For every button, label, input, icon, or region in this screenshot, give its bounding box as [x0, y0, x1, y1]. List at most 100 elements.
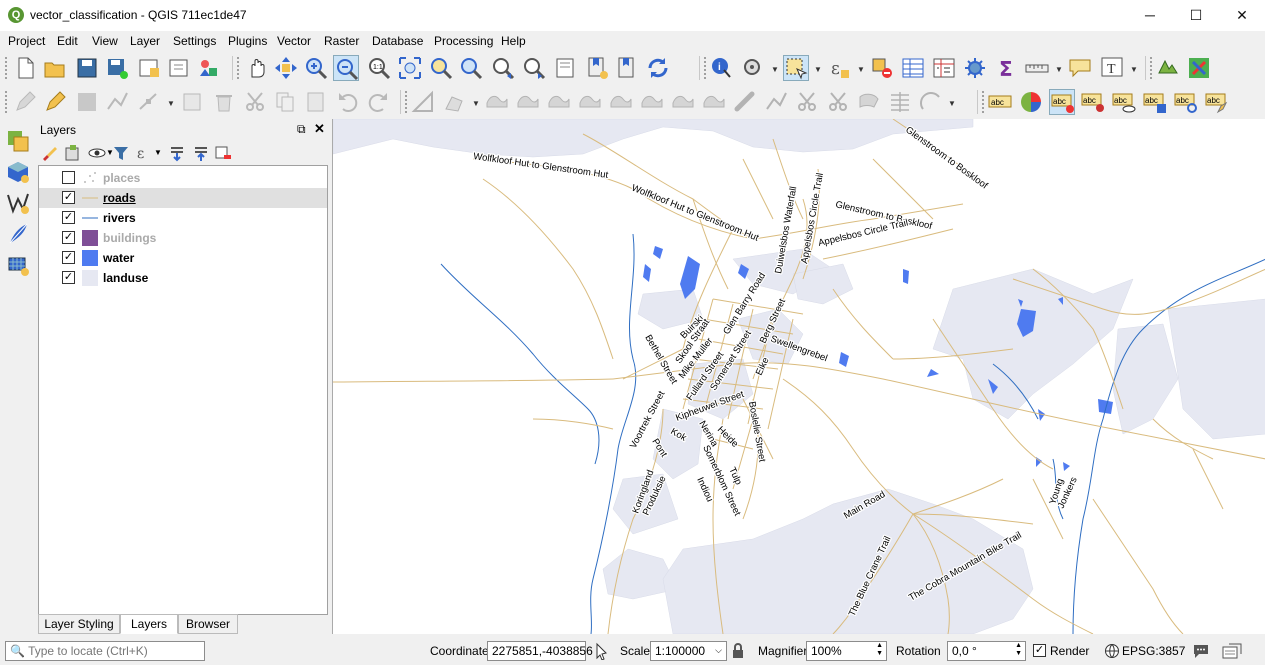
zoom-full-icon[interactable]: [397, 55, 423, 81]
select-by-expression-icon[interactable]: ε: [826, 55, 852, 81]
menu-settings[interactable]: Settings: [173, 34, 216, 48]
menu-vector[interactable]: Vector: [277, 34, 311, 48]
advanced-digitizing-icon[interactable]: [410, 89, 436, 115]
map-svg[interactable]: Wolfkloof Hut to Glenstroom Hut Wolfkloo…: [333, 119, 1265, 634]
add-vector-layer-icon[interactable]: [5, 190, 31, 216]
save-edits-icon[interactable]: [74, 89, 100, 115]
collapse-all-icon[interactable]: [192, 144, 210, 162]
add-group-icon[interactable]: [64, 144, 82, 162]
refresh-icon[interactable]: [645, 55, 671, 81]
deselect-all-icon[interactable]: [869, 55, 895, 81]
undo-icon[interactable]: [335, 89, 361, 115]
layer-item-roads[interactable]: ✓ roads: [39, 188, 327, 208]
messages-icon[interactable]: [1192, 642, 1210, 660]
save-as-icon[interactable]: [104, 55, 130, 81]
layer-diagram-icon[interactable]: [1018, 89, 1044, 115]
filter-by-expression-icon[interactable]: ε: [134, 143, 152, 162]
attribute-table-icon[interactable]: [900, 55, 926, 81]
fill-ring-icon[interactable]: [546, 89, 572, 115]
manage-map-themes-icon[interactable]: [88, 144, 106, 162]
copy-features-icon[interactable]: [272, 89, 298, 115]
trim-extend-icon[interactable]: [918, 89, 944, 115]
highlight-pinned-labels-icon[interactable]: abc: [1049, 89, 1075, 115]
crs-globe-icon[interactable]: [1104, 643, 1120, 659]
new-bookmark-icon[interactable]: [584, 55, 610, 81]
layer-item-rivers[interactable]: ✓ rivers: [39, 208, 327, 228]
current-edits-icon[interactable]: [12, 89, 38, 115]
pan-to-selection-icon[interactable]: [273, 55, 299, 81]
add-line-feature-icon[interactable]: [104, 89, 130, 115]
layer-visibility-checkbox[interactable]: ✓: [62, 211, 75, 224]
toggle-editing-icon[interactable]: [42, 89, 68, 115]
modify-attributes-icon[interactable]: [180, 89, 206, 115]
text-annotation-icon[interactable]: T: [1099, 55, 1125, 81]
zoom-to-selection-icon[interactable]: [428, 55, 454, 81]
new-map-view-icon[interactable]: [553, 55, 579, 81]
redo-icon[interactable]: [365, 89, 391, 115]
identify-features-icon[interactable]: i: [709, 55, 735, 81]
run-feature-action-icon[interactable]: [740, 55, 766, 81]
select-features-icon[interactable]: [783, 55, 809, 81]
menu-plugins[interactable]: Plugins: [228, 34, 267, 48]
plugin-georeferencer-icon[interactable]: [1155, 55, 1181, 81]
layer-labeling-icon[interactable]: abc: [987, 89, 1013, 115]
zoom-last-icon[interactable]: [490, 55, 516, 81]
render-checkbox[interactable]: ✓: [1033, 644, 1046, 657]
rotate-point-symbols-icon[interactable]: [825, 89, 851, 115]
reverse-line-icon[interactable]: [887, 89, 913, 115]
layer-visibility-checkbox[interactable]: ✓: [62, 271, 75, 284]
open-project-icon[interactable]: [42, 55, 68, 81]
scale-combobox[interactable]: 1:100000 ⌵: [650, 641, 727, 661]
zoom-next-icon[interactable]: [521, 55, 547, 81]
add-ring-icon[interactable]: [442, 89, 468, 115]
menu-view[interactable]: View: [92, 34, 118, 48]
filter-legend-icon[interactable]: [112, 144, 130, 162]
menu-processing[interactable]: Processing: [434, 34, 493, 48]
crs-label[interactable]: EPSG:3857: [1122, 644, 1185, 658]
new-project-icon[interactable]: [12, 55, 38, 81]
zoom-in-icon[interactable]: [303, 55, 329, 81]
log-messages-icon[interactable]: [1221, 641, 1243, 661]
menu-layer[interactable]: Layer: [130, 34, 160, 48]
split-parts-icon[interactable]: [732, 89, 758, 115]
open-styling-panel-icon[interactable]: [40, 144, 58, 162]
field-calculator-icon[interactable]: [931, 55, 957, 81]
add-part-icon[interactable]: [515, 89, 541, 115]
minimize-button[interactable]: ─: [1127, 0, 1173, 31]
menu-edit[interactable]: Edit: [57, 34, 78, 48]
move-label-icon[interactable]: abc: [1142, 89, 1168, 115]
tab-layer-styling[interactable]: Layer Styling: [38, 614, 120, 634]
menu-project[interactable]: Project: [8, 34, 45, 48]
rotation-spinbox[interactable]: 0,0 ° ▲ ▼: [947, 641, 1026, 661]
zoom-to-layer-icon[interactable]: [458, 55, 484, 81]
delete-selected-icon[interactable]: [211, 89, 237, 115]
style-manager-icon[interactable]: [196, 55, 222, 81]
zoom-out-icon[interactable]: [333, 55, 359, 81]
paste-features-icon[interactable]: [303, 89, 329, 115]
layer-item-landuse[interactable]: ✓ landuse: [39, 268, 327, 288]
layer-item-buildings[interactable]: ✓ buildings: [39, 228, 327, 248]
new-geopackage-icon[interactable]: [5, 159, 31, 185]
toggle-extents-mouse-icon[interactable]: [592, 642, 610, 661]
measure-line-icon[interactable]: [1024, 55, 1050, 81]
layer-item-water[interactable]: ✓ water: [39, 248, 327, 268]
merge-features-icon[interactable]: [763, 89, 789, 115]
pin-labels-icon[interactable]: abc: [1080, 89, 1106, 115]
offset-curve-icon[interactable]: [670, 89, 696, 115]
expand-all-icon[interactable]: [168, 144, 186, 162]
offset-point-symbols-icon[interactable]: [856, 89, 882, 115]
lock-scale-icon[interactable]: [731, 642, 745, 660]
menu-raster[interactable]: Raster: [324, 34, 359, 48]
toolbox-icon[interactable]: [962, 55, 988, 81]
float-panel-button[interactable]: ⧉: [297, 122, 306, 137]
coordinate-field[interactable]: 2275851,-4038856: [487, 641, 593, 661]
menu-database[interactable]: Database: [372, 34, 423, 48]
close-panel-button[interactable]: ✕: [314, 121, 325, 137]
simplify-feature-icon[interactable]: [484, 89, 510, 115]
map-tips-icon[interactable]: [1067, 55, 1093, 81]
plugin-reloader-icon[interactable]: [1186, 55, 1212, 81]
show-hide-labels-icon[interactable]: abc: [1111, 89, 1137, 115]
layer-visibility-checkbox[interactable]: ✓: [62, 251, 75, 264]
remove-layer-icon[interactable]: [214, 144, 232, 162]
change-label-icon[interactable]: abc: [1204, 89, 1230, 115]
